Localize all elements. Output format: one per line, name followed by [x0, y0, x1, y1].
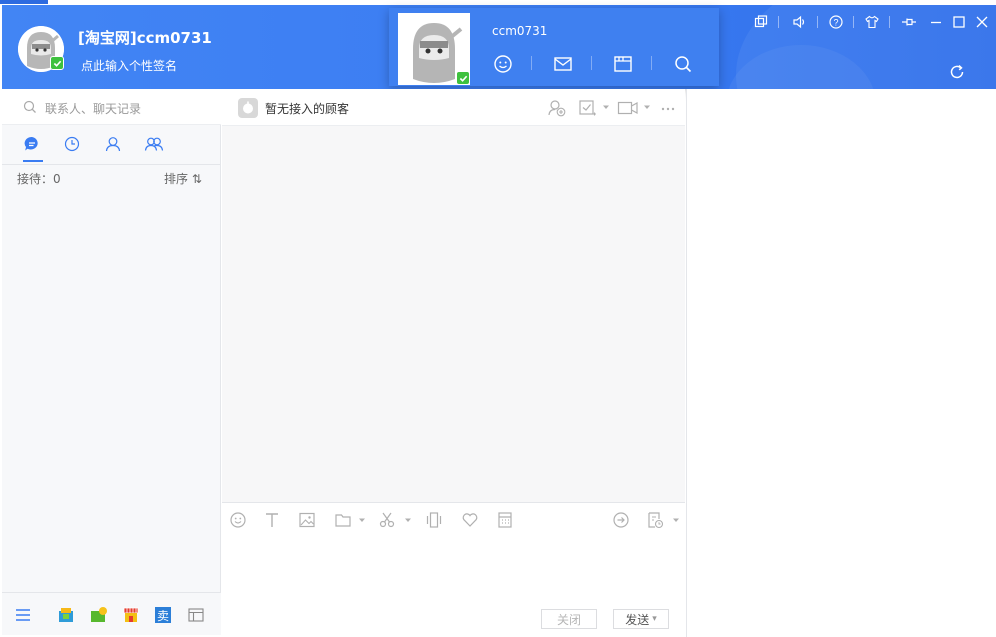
message-input-area[interactable]: 关闭 发送 ▾ — [222, 503, 685, 635]
shake-icon[interactable] — [425, 511, 443, 529]
chevron-down-icon[interactable] — [602, 103, 610, 111]
chevron-down-icon[interactable] — [358, 516, 366, 524]
app-shop-icon[interactable] — [122, 606, 140, 624]
reception-count: 接待：0 — [17, 172, 61, 186]
scissors-icon[interactable] — [378, 511, 396, 529]
user-name: [淘宝网]ccm0731 — [78, 29, 212, 47]
contacts-panel: 联系人、聊天记录 接待：0 排序 ⇅ 卖 — [2, 89, 221, 635]
browser-icon[interactable] — [612, 53, 634, 75]
popup-user-name: ccm0731 — [492, 24, 548, 38]
maximize-icon[interactable] — [952, 15, 966, 29]
speaker-icon[interactable] — [792, 15, 806, 29]
text-font-icon[interactable] — [263, 511, 281, 529]
contact-icon[interactable] — [104, 135, 122, 153]
menu-icon[interactable] — [14, 606, 32, 624]
task-icon[interactable] — [578, 99, 598, 117]
send-button-label: 发送 — [625, 612, 650, 627]
separator — [778, 16, 779, 28]
image-icon[interactable] — [298, 511, 316, 529]
separator — [817, 16, 818, 28]
more-icon[interactable] — [660, 101, 676, 115]
search-icon — [23, 100, 37, 114]
minimize-icon[interactable] — [929, 15, 943, 29]
clock-icon[interactable] — [63, 135, 81, 153]
online-status-icon — [50, 56, 64, 70]
send-button[interactable]: 发送 ▾ — [613, 609, 669, 629]
heart-icon[interactable] — [461, 511, 479, 529]
minimize-to-tray-icon[interactable] — [754, 15, 768, 29]
chat-header: 暂无接入的顾客 — [222, 89, 685, 126]
calculator-icon[interactable] — [496, 511, 514, 529]
video-icon[interactable] — [617, 99, 639, 117]
group-icon[interactable] — [144, 135, 164, 153]
shirt-skin-icon[interactable] — [865, 15, 879, 29]
send-options-icon[interactable]: ▾ — [652, 614, 657, 624]
pin-icon[interactable] — [901, 15, 916, 29]
signature-prompt[interactable]: 点此输入个性签名 — [81, 57, 177, 74]
active-tab-indicator — [23, 160, 43, 162]
search-icon[interactable] — [672, 53, 694, 75]
search-placeholder: 联系人、聊天记录 — [45, 102, 142, 116]
panel-toggle-icon[interactable] — [187, 606, 205, 624]
separator — [531, 56, 532, 70]
mail-icon[interactable] — [552, 53, 574, 75]
search-input[interactable]: 联系人、聊天记录 — [2, 89, 221, 125]
add-contact-icon[interactable] — [547, 99, 567, 117]
app-store-icon[interactable] — [57, 606, 75, 624]
separator — [591, 56, 592, 70]
sort-button[interactable]: 排序 ⇅ — [164, 170, 202, 187]
separator — [853, 16, 854, 28]
side-info-panel — [686, 89, 996, 637]
divider — [2, 164, 221, 165]
folder-icon[interactable] — [334, 511, 352, 529]
background-edge-bar — [0, 0, 48, 4]
close-button[interactable]: 关闭 — [541, 609, 597, 629]
svg-text:?: ? — [833, 18, 838, 28]
chat-message-area[interactable] — [222, 126, 685, 503]
history-icon[interactable] — [646, 511, 664, 529]
profile-popup-card: ccm0731 — [389, 8, 719, 86]
refresh-icon[interactable] — [948, 63, 966, 81]
online-status-icon — [456, 71, 470, 85]
emoji-icon[interactable] — [229, 511, 247, 529]
chevron-down-icon[interactable] — [643, 103, 651, 111]
smiley-icon[interactable] — [492, 53, 514, 75]
quick-reply-icon[interactable] — [612, 511, 630, 529]
chevron-down-icon[interactable] — [672, 516, 680, 524]
app-sell-icon[interactable]: 卖 — [154, 606, 172, 624]
separator — [651, 56, 652, 70]
chat-bubble-icon[interactable] — [23, 135, 41, 153]
chevron-down-icon[interactable] — [404, 516, 412, 524]
customer-avatar — [238, 98, 258, 118]
chat-title: 暂无接入的顾客 — [265, 102, 350, 116]
app-wallet-icon[interactable] — [90, 606, 108, 624]
close-icon[interactable] — [975, 15, 989, 29]
bottom-toolbar: 卖 — [2, 592, 221, 635]
help-icon[interactable]: ? — [829, 15, 843, 29]
separator — [889, 16, 890, 28]
svg-text:卖: 卖 — [157, 609, 169, 623]
